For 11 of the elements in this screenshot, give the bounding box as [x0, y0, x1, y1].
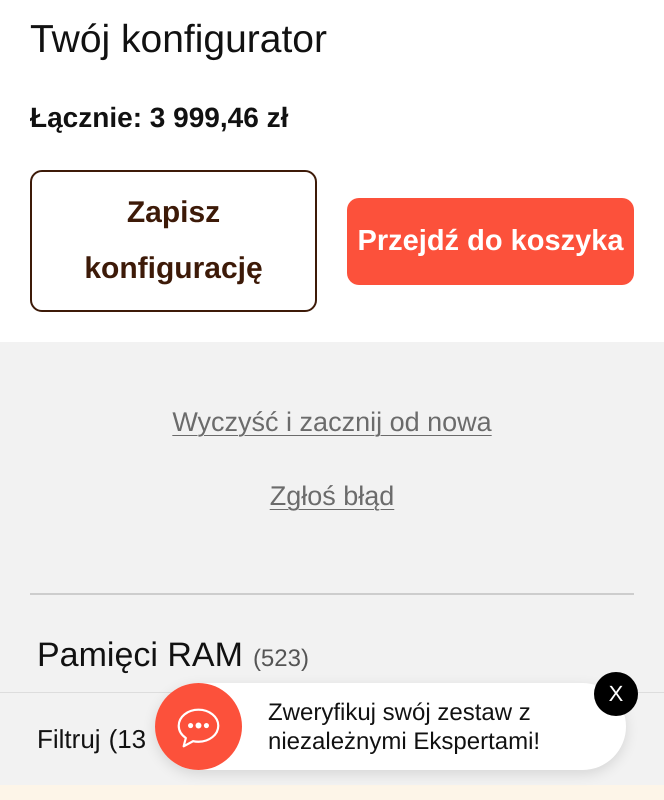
category-name: Pamięci RAM: [37, 637, 243, 673]
report-error-link[interactable]: Zgłoś błąd: [270, 481, 394, 511]
page-title: Twój konfigurator: [30, 19, 327, 61]
category-count: (523): [252, 645, 309, 673]
filter-count: (13: [108, 725, 146, 753]
save-configuration-button[interactable]: Zapisz konfigurację: [30, 170, 317, 312]
total-price: Łącznie: 3 999,46 zł: [30, 102, 288, 134]
filter-label[interactable]: Filtruj: [37, 725, 101, 753]
chat-message: Zweryfikuj swój zestaw z niezależnymi Ekspertami!: [268, 698, 542, 756]
reset-link[interactable]: Wyczyść i zacznij od nowa: [172, 407, 492, 437]
chat-icon[interactable]: [155, 683, 242, 770]
